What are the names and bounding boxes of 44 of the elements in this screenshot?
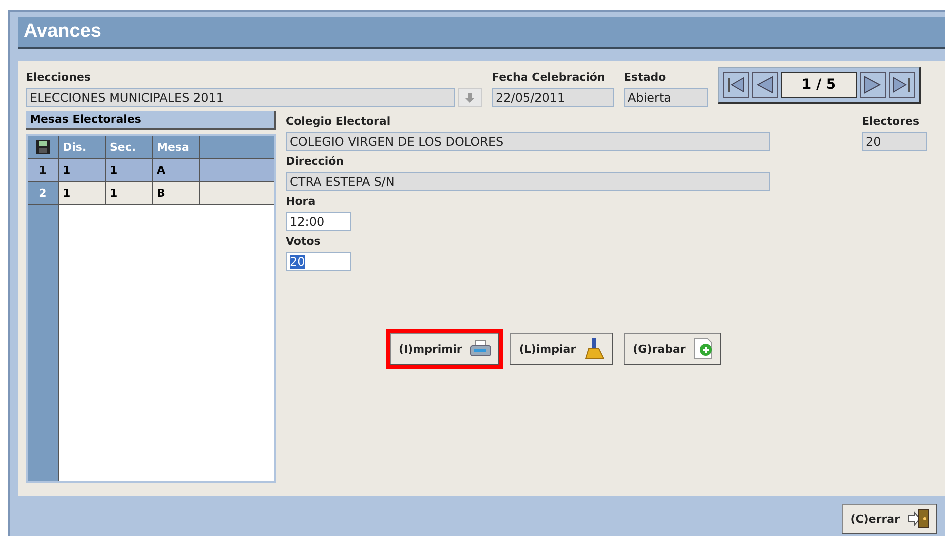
row-number: 2 — [28, 182, 59, 204]
action-button[interactable]: (G)rabar — [624, 333, 721, 365]
status-field[interactable]: Abierta — [624, 88, 708, 107]
field-label: Colegio Electoral — [286, 115, 391, 128]
table-cell: 1 — [59, 182, 106, 204]
first-record-button[interactable] — [723, 72, 749, 98]
table-cell: 1 — [106, 159, 153, 181]
field-label: Dirección — [286, 155, 344, 168]
window-title: Avances — [24, 21, 102, 43]
last-icon — [891, 75, 913, 95]
field-label: Electores — [862, 115, 921, 128]
table-cell: 1 — [106, 182, 153, 204]
table-cell: 1 — [59, 159, 106, 181]
action-button[interactable]: (I)mprimir — [390, 333, 500, 365]
table-cell: A — [153, 159, 200, 181]
brush-icon — [584, 337, 606, 361]
field-label: Fecha Celebración — [492, 71, 606, 84]
save-icon — [36, 140, 50, 154]
exit-door-icon — [908, 509, 930, 529]
input-field[interactable]: COLEGIO VIRGEN DE LOS DOLORES — [286, 132, 770, 151]
grid-title: Mesas Electorales — [26, 111, 276, 130]
previous-record-button[interactable] — [752, 72, 778, 98]
action-button[interactable]: (L)impiar — [510, 333, 614, 365]
close-button[interactable]: (C)errar — [842, 504, 937, 534]
field-label: Hora — [286, 195, 316, 208]
table-cell: B — [153, 182, 200, 204]
field-label: Elecciones — [26, 71, 92, 84]
last-record-button[interactable] — [889, 72, 915, 98]
elections-field[interactable]: ELECCIONES MUNICIPALES 2011 — [26, 88, 455, 107]
voters-field[interactable]: 20 — [862, 132, 927, 151]
input-field[interactable]: 12:00 — [286, 212, 351, 231]
down-arrow-icon — [465, 92, 475, 102]
input-field[interactable]: CTRA ESTEPA S/N — [286, 172, 770, 191]
table-row[interactable]: 1 1 1 A — [28, 159, 274, 182]
record-position: 1 / 5 — [781, 72, 857, 98]
date-field[interactable]: 22/05/2011 — [492, 88, 614, 107]
input-field[interactable]: 20 — [286, 252, 351, 271]
next-record-button[interactable] — [860, 72, 886, 98]
first-icon — [725, 75, 747, 95]
field-label: Votos — [286, 235, 321, 248]
printer-icon — [470, 340, 492, 358]
field-label: Estado — [624, 71, 668, 84]
table-row[interactable]: 2 1 1 B — [28, 182, 274, 205]
add-document-icon — [694, 338, 714, 360]
